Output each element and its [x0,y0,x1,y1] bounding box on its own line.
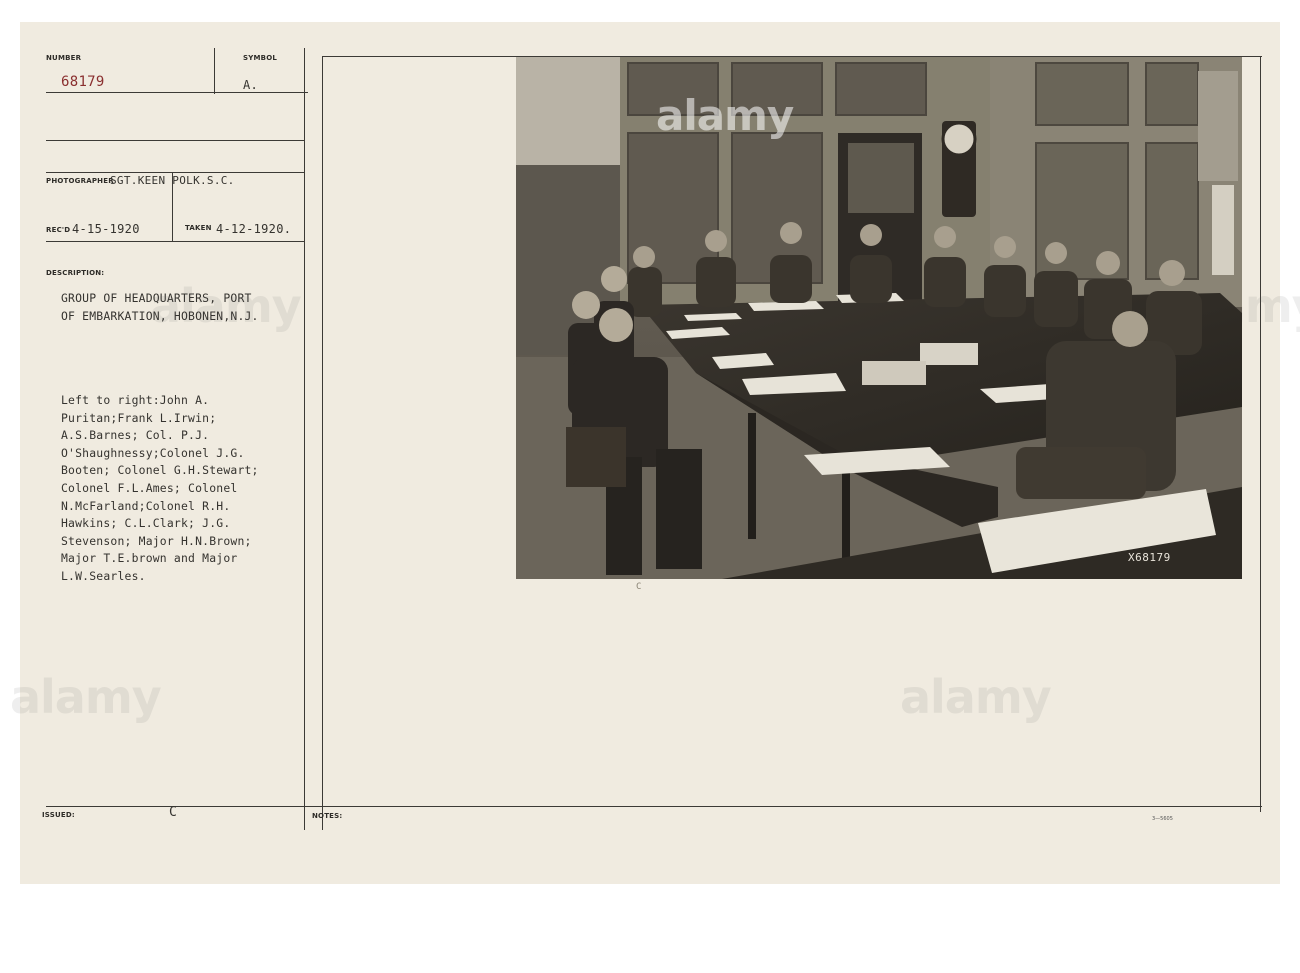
taken-value: 4-12-1920. [216,222,292,236]
left-panel-divider [304,48,305,830]
issued-label: ISSUED: [42,811,75,819]
notes-label: NOTES: [312,812,343,820]
symbol-value: A. [243,78,259,92]
recd-value: 4-15-1920 [72,222,140,236]
recd-label: REC'D [46,226,71,234]
date-rule [46,172,304,173]
photo-illustration [516,57,1242,579]
recd-underline [46,241,304,242]
photo-frame-right [1260,56,1261,812]
watermark: alamy [900,670,1052,724]
symbol-label: SYMBOL [243,54,278,62]
photo-stamp: C [636,582,642,592]
watermark: alamy [10,670,162,724]
number-label: NUMBER [46,54,82,62]
photographer-label: PHOTOGRAPHER [46,177,114,185]
bottom-rule [46,806,1262,807]
photo-frame-left [322,56,323,830]
photographer-value: SGT.KEEN POLK.S.C. [110,174,235,187]
number-underline [46,92,308,93]
headquarters-group-photo: X68179 alamy [516,57,1242,579]
negative-number: X68179 [1128,551,1171,564]
description-body: Left to right:John A. Puritan;Frank L.Ir… [61,393,259,583]
watermark: alamy [150,279,302,333]
watermark: alamy [656,91,794,140]
number-symbol-divider [214,48,215,94]
photographer-rule [46,140,304,141]
form-code: 3—5605 [1152,816,1173,822]
bottom-strip [0,884,1300,973]
description-label: DESCRIPTION: [46,269,105,277]
taken-label: TAKEN [185,224,212,232]
number-value: 68179 [61,74,105,90]
issued-mark: C [169,805,178,820]
